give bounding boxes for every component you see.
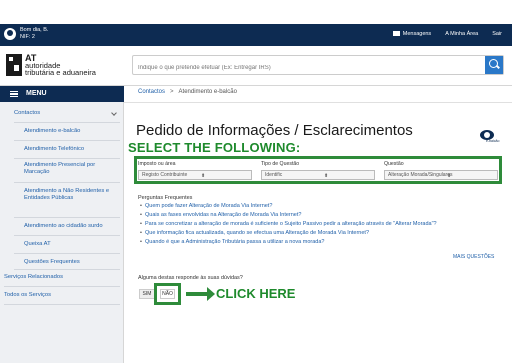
breadcrumb-current: Atendimento e-balcão [178,89,237,95]
messages-link[interactable]: Mensagens [392,31,431,37]
select-tipo-questao[interactable]: Identific ⬍ [261,170,375,180]
sidebar-item-contactos[interactable]: Contactos [14,110,120,117]
faq-item[interactable]: Que informação fica actualizada, quando … [140,230,369,236]
sidebar-item-servicos-relacionados[interactable]: Serviços Relacionados [4,274,110,281]
sidebar-item-e-balcao[interactable]: Atendimento e-balcão [24,128,120,135]
nif-text: NIF: 2 [20,34,35,40]
sidebar-item-presencial[interactable]: Atendimento Presencial por Marcação [24,162,120,176]
breadcrumb-separator: > [170,89,174,95]
at-logo-mark-icon [6,54,22,76]
faq-title: Perguntas Frequentes [138,195,193,201]
sidebar-item-telefonico[interactable]: Atendimento Telefónico [24,146,120,153]
annotation-click-here: CLICK HERE [216,286,296,301]
sidebar-item-questoes[interactable]: Questões Frequentes [24,259,120,266]
sidebar-item-todos-servicos[interactable]: Todos os Serviços [4,292,110,299]
select-arrow-icon: ⬍ [447,173,452,179]
sidebar-item-nao-residentes[interactable]: Atendimento a Não Residentes e Entidades… [24,188,120,202]
label-tipo-questao: Tipo de Questão [261,161,300,167]
my-area-link[interactable]: A Minha Área [445,31,478,37]
top-nav: Mensagens A Minha Área Sair [392,31,502,37]
top-bar: Bom dia, B. NIF: 2 Mensagens A Minha Áre… [0,24,512,46]
annotation-no-highlight [154,283,181,305]
menu-toggle[interactable]: MENU [0,86,124,102]
main-content: Contactos > Atendimento e-balcão Pedido de… [124,86,512,363]
logo-line-3: tributária e aduaneira [25,67,96,77]
label-questao: Questão [384,161,404,167]
faq-item[interactable]: Quais as fases envolvidas na Alteração d… [140,212,301,218]
logout-link[interactable]: Sair [492,31,502,37]
site-header: AT autoridade tributária e aduaneira [0,46,512,86]
at-logo[interactable]: AT autoridade tributária e aduaneira [6,53,96,77]
search-button[interactable] [485,56,503,74]
sidebar: Contactos Atendimento e-balcão Atendimen… [0,102,124,363]
breadcrumb-divider [124,102,512,103]
greeting-text: Bom dia, B. [20,27,49,33]
select-imposto[interactable]: Registo Contribuinte ⬍ [138,170,252,180]
user-avatar-icon [4,28,16,40]
select-questao[interactable]: Alteração Morada/Singulares ⬍ [384,170,498,180]
user-info: Bom dia, B. NIF: 2 [4,27,48,41]
mail-icon [392,31,400,37]
faq-item[interactable]: Quem pode fazer Alteração de Morada Via … [140,203,272,209]
breadcrumb-contactos[interactable]: Contactos [138,89,165,95]
menu-label: MENU [26,90,47,97]
more-questions-link[interactable]: MAIS QUESTÕES [453,254,494,260]
page-title: Pedido de Informações / Esclarecimentos [136,122,413,139]
breadcrumb: Contactos > Atendimento e-balcão [138,89,237,95]
sidebar-item-queixa[interactable]: Queixa AT [24,241,120,248]
search-input[interactable] [133,59,483,77]
select-arrow-icon: ⬍ [324,173,329,179]
select-arrow-icon: ⬍ [201,173,206,179]
hamburger-icon [10,91,18,97]
annotation-select-following: SELECT THE FOLLOWING: [128,140,301,155]
label-imposto: Imposto ou área [138,161,176,167]
faq-item[interactable]: Para se concretizar a alteração de morad… [140,221,437,227]
yes-button[interactable]: SIM [139,289,155,299]
faq-item[interactable]: Quando é que a Administração Tributária … [140,239,324,245]
e-balcao-label: e-balcão [486,139,500,143]
answer-question: Alguma destas responde às suas dúvidas? [138,275,243,281]
search-bar [132,55,504,77]
sidebar-item-surdo[interactable]: Atendimento ao cidadão surdo [24,223,120,230]
